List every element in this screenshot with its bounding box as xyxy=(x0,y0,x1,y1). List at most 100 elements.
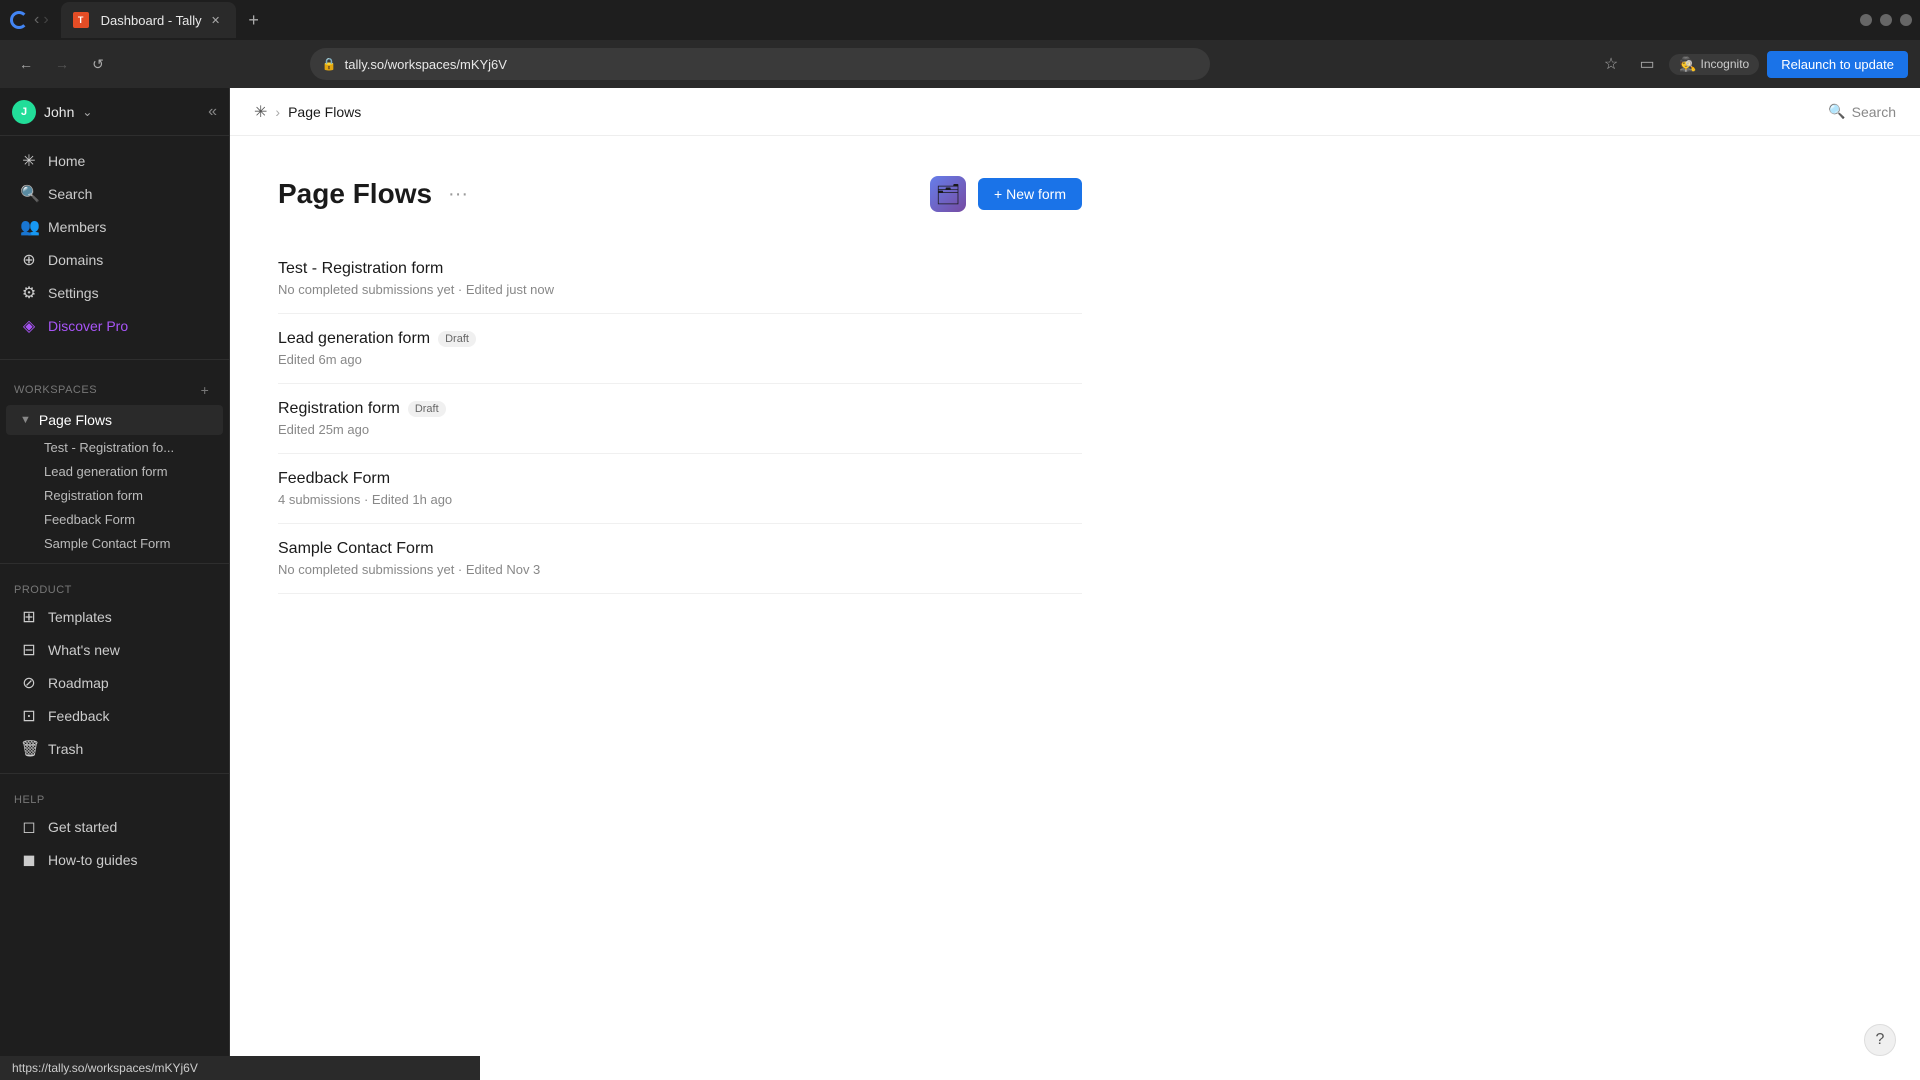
form-item-name-1: Lead generation form Draft xyxy=(278,330,1082,348)
sub-item-label-1: Lead generation form xyxy=(44,464,168,479)
workspace-menu-button[interactable]: ··· xyxy=(167,410,187,430)
trash-icon: 🗑 xyxy=(20,739,38,759)
page-title-right: 🗂 + New form xyxy=(930,176,1082,212)
window-back-icon[interactable]: ‹ xyxy=(34,11,39,29)
new-tab-button[interactable]: + xyxy=(240,6,268,34)
sidebar-item-how-to-guides[interactable]: ◼ How-to guides xyxy=(6,844,223,876)
form-item-2[interactable]: Registration form Draft Edited 25m ago xyxy=(278,384,1082,454)
tab-close-button[interactable]: ✕ xyxy=(208,12,224,28)
sidebar-item-discover-pro[interactable]: ◈ Discover Pro xyxy=(6,310,223,342)
window-forward-icon[interactable]: › xyxy=(43,11,48,29)
feedback-icon: ⊡ xyxy=(20,706,38,726)
sidebar-item-settings[interactable]: ⚙ Settings xyxy=(6,277,223,309)
form-item-4[interactable]: Sample Contact Form No completed submiss… xyxy=(278,524,1082,594)
collapse-sidebar-button[interactable]: « xyxy=(208,103,217,121)
sub-item-2[interactable]: Registration form xyxy=(6,484,223,507)
sidebar-divider-2 xyxy=(0,563,229,564)
workspaces-label: Workspaces xyxy=(14,384,97,396)
new-form-button[interactable]: + New form xyxy=(978,178,1082,210)
sidebar-item-roadmap[interactable]: ⊘ Roadmap xyxy=(6,667,223,699)
bookmark-icon[interactable]: ☆ xyxy=(1597,50,1625,78)
how-to-guides-icon: ◼ xyxy=(20,850,38,870)
sidebar-item-home[interactable]: ✳ Home xyxy=(6,145,223,177)
workspace-name: Page Flows xyxy=(39,412,159,428)
status-bar: https://tally.so/workspaces/mKYj6V xyxy=(0,1056,480,1080)
roadmap-label: Roadmap xyxy=(48,675,109,691)
maximize-button[interactable] xyxy=(1880,14,1892,26)
active-tab[interactable]: T Dashboard - Tally ✕ xyxy=(61,2,236,38)
back-button[interactable]: ← xyxy=(12,50,40,78)
workspaces-section-header: Workspaces + xyxy=(0,368,229,404)
sub-item-label-3: Feedback Form xyxy=(44,512,135,527)
workspace-item-page-flows[interactable]: ▼ Page Flows ··· + xyxy=(6,405,223,435)
sidebar-item-whats-new[interactable]: ⊟ What's new xyxy=(6,634,223,666)
form-item-meta-3: 4 submissions · Edited 1h ago xyxy=(278,492,1082,507)
sidebar-item-domains[interactable]: ⊕ Domains xyxy=(6,244,223,276)
sidebar-divider-1 xyxy=(0,359,229,360)
sidebar-divider-3 xyxy=(0,773,229,774)
cast-icon[interactable]: ▭ xyxy=(1633,50,1661,78)
header-search-icon: 🔍 xyxy=(1828,103,1845,120)
sub-item-label-4: Sample Contact Form xyxy=(44,536,170,551)
sub-item-4[interactable]: Sample Contact Form xyxy=(6,532,223,555)
page-title-left: Page Flows ··· xyxy=(278,178,472,210)
add-workspace-button[interactable]: + xyxy=(195,380,215,400)
reload-button[interactable]: ↺ xyxy=(84,50,112,78)
whats-new-label: What's new xyxy=(48,642,120,658)
breadcrumb-current: Page Flows xyxy=(288,104,361,120)
form-item-3[interactable]: Feedback Form 4 submissions · Edited 1h … xyxy=(278,454,1082,524)
tab-title: Dashboard - Tally xyxy=(101,13,202,28)
incognito-badge: 🕵 Incognito xyxy=(1669,54,1759,75)
user-info[interactable]: J John ⌄ xyxy=(12,100,92,124)
settings-label: Settings xyxy=(48,285,99,301)
page-menu-button[interactable]: ··· xyxy=(444,181,472,208)
minimize-button[interactable] xyxy=(1860,14,1872,26)
section-actions: + xyxy=(195,380,215,400)
product-section-header: Product xyxy=(0,572,229,600)
avatar: J xyxy=(12,100,36,124)
search-label: Search xyxy=(48,186,92,202)
address-bar-row: ← → ↺ 🔒 tally.so/workspaces/mKYj6V ☆ ▭ 🕵… xyxy=(0,40,1920,88)
user-name: John xyxy=(44,104,74,120)
members-label: Members xyxy=(48,219,106,235)
sidebar-item-get-started[interactable]: ◻ Get started xyxy=(6,811,223,843)
sidebar-item-trash[interactable]: 🗑 Trash xyxy=(6,733,223,765)
sidebar-item-members[interactable]: 👥 Members xyxy=(6,211,223,243)
sub-item-label-2: Registration form xyxy=(44,488,143,503)
sub-item-1[interactable]: Lead generation form xyxy=(6,460,223,483)
sidebar-item-feedback[interactable]: ⊡ Feedback xyxy=(6,700,223,732)
relaunch-button[interactable]: Relaunch to update xyxy=(1767,51,1908,78)
forward-button[interactable]: → xyxy=(48,50,76,78)
form-item-name-0: Test - Registration form xyxy=(278,260,1082,278)
sidebar-item-search[interactable]: 🔍 Search xyxy=(6,178,223,210)
tab-bar: ‹ › T Dashboard - Tally ✕ + xyxy=(0,0,1920,40)
form-list: Test - Registration form No completed su… xyxy=(278,244,1082,594)
form-item-0[interactable]: Test - Registration form No completed su… xyxy=(278,244,1082,314)
breadcrumb-icon: ✳ xyxy=(254,102,267,122)
sub-item-3[interactable]: Feedback Form xyxy=(6,508,223,531)
workspace-add-button[interactable]: + xyxy=(189,410,209,430)
settings-icon: ⚙ xyxy=(20,283,38,303)
whats-new-icon: ⊟ xyxy=(20,640,38,660)
domains-label: Domains xyxy=(48,252,103,268)
url-text: tally.so/workspaces/mKYj6V xyxy=(345,57,507,72)
sub-item-label-0: Test - Registration fo... xyxy=(44,440,174,455)
product-label: Product xyxy=(14,584,72,596)
chrome-menu-icon[interactable] xyxy=(8,9,30,31)
sub-item-0[interactable]: Test - Registration fo... xyxy=(6,436,223,459)
domains-icon: ⊕ xyxy=(20,250,38,270)
sidebar-item-templates[interactable]: ⊞ Templates xyxy=(6,601,223,633)
address-bar[interactable]: 🔒 tally.so/workspaces/mKYj6V xyxy=(310,48,1210,80)
header-search-button[interactable]: 🔍 Search xyxy=(1828,103,1896,120)
main-header: ✳ › Page Flows 🔍 Search xyxy=(230,88,1920,136)
browser-chrome: ‹ › T Dashboard - Tally ✕ + ← → ↺ 🔒 tall… xyxy=(0,0,1920,88)
how-to-guides-label: How-to guides xyxy=(48,852,138,868)
page-title-row: Page Flows ··· 🗂 + New form xyxy=(278,176,1082,212)
draft-badge-1: Draft xyxy=(438,331,476,347)
sidebar-header: J John ⌄ « xyxy=(0,88,229,136)
form-item-1[interactable]: Lead generation form Draft Edited 6m ago xyxy=(278,314,1082,384)
close-button[interactable] xyxy=(1900,14,1912,26)
help-button[interactable]: ? xyxy=(1864,1024,1896,1056)
breadcrumb: ✳ › Page Flows xyxy=(254,102,361,122)
feedback-label: Feedback xyxy=(48,708,109,724)
